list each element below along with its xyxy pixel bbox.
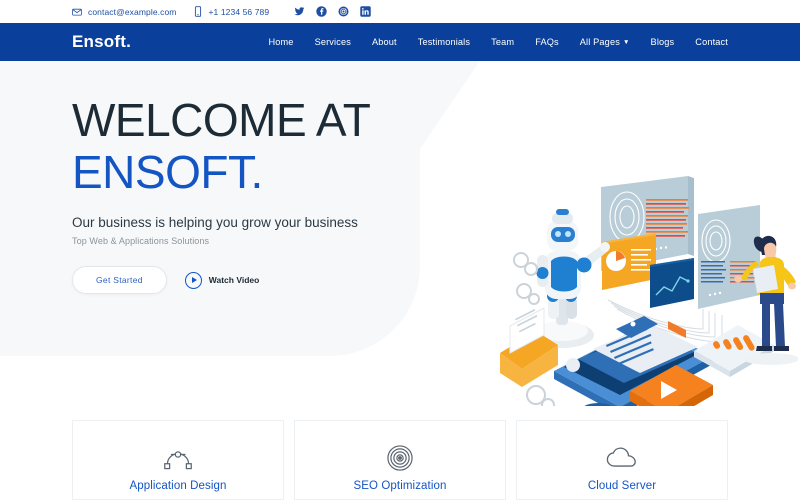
nav-label: Home [268, 37, 293, 47]
nav-label: Contact [695, 37, 728, 47]
nav-item-contact[interactable]: Contact [695, 37, 728, 47]
nav-label: Blogs [651, 37, 675, 47]
hero-subtitle: Our business is helping you grow your bu… [72, 215, 800, 230]
pen-tool-icon [163, 443, 193, 473]
service-card-seo-optimization[interactable]: SEO Optimization [294, 420, 506, 500]
instagram-icon[interactable] [338, 6, 349, 17]
service-card-cloud-server[interactable]: Cloud Server [516, 420, 728, 500]
card-title: Application Design [129, 480, 226, 492]
main-navigation: Ensoft. Home Services About Testimonials… [0, 23, 800, 61]
nav-item-all-pages[interactable]: All Pages ▼ [580, 37, 630, 47]
nav-label: Team [491, 37, 514, 47]
page-title: WELCOME AT ENSOFT. [72, 94, 800, 198]
nav-label: About [372, 37, 397, 47]
landing-page: contact@example.com +1 1234 56 789 [0, 0, 800, 500]
brand-logo[interactable]: Ensoft. [72, 32, 131, 52]
hero-title-line1: WELCOME AT [72, 94, 800, 146]
phone-contact[interactable]: +1 1234 56 789 [194, 6, 269, 17]
cloud-icon [606, 443, 638, 473]
nav-label: FAQs [535, 37, 559, 47]
chevron-down-icon: ▼ [623, 40, 630, 47]
get-started-button[interactable]: Get Started [72, 266, 167, 294]
email-text: contact@example.com [88, 7, 176, 17]
linkedin-icon[interactable] [360, 6, 371, 17]
nav-links: Home Services About Testimonials Team FA… [268, 37, 728, 47]
target-icon [387, 443, 413, 473]
nav-item-team[interactable]: Team [491, 37, 514, 47]
twitter-icon[interactable] [294, 6, 305, 17]
card-title: SEO Optimization [354, 480, 447, 492]
services-cards: Application Design SEO Optimization [0, 420, 800, 500]
hero-section: WELCOME AT ENSOFT. Our business is helpi… [0, 61, 800, 406]
nav-item-about[interactable]: About [372, 37, 397, 47]
facebook-icon[interactable] [316, 6, 327, 17]
mobile-icon [194, 6, 202, 17]
watch-video-label: Watch Video [209, 275, 260, 285]
email-contact[interactable]: contact@example.com [72, 7, 176, 17]
play-icon [185, 272, 202, 289]
nav-label: Services [315, 37, 351, 47]
nav-item-services[interactable]: Services [315, 37, 351, 47]
nav-item-blogs[interactable]: Blogs [651, 37, 675, 47]
watch-video-button[interactable]: Watch Video [185, 272, 260, 289]
envelope-icon [72, 7, 82, 17]
top-contact-bar: contact@example.com +1 1234 56 789 [0, 0, 800, 23]
hero-content: WELCOME AT ENSOFT. Our business is helpi… [0, 61, 800, 294]
phone-text: +1 1234 56 789 [208, 7, 269, 17]
nav-label: All Pages [580, 37, 620, 47]
card-title: Cloud Server [588, 480, 656, 492]
hero-tagline: Top Web & Applications Solutions [72, 236, 800, 246]
social-links [294, 6, 371, 17]
nav-item-faqs[interactable]: FAQs [535, 37, 559, 47]
hero-title-line2: ENSOFT. [72, 146, 800, 198]
hero-cta-row: Get Started Watch Video [72, 266, 800, 294]
nav-label: Testimonials [418, 37, 470, 47]
service-card-application-design[interactable]: Application Design [72, 420, 284, 500]
nav-item-testimonials[interactable]: Testimonials [418, 37, 470, 47]
nav-item-home[interactable]: Home [268, 37, 293, 47]
